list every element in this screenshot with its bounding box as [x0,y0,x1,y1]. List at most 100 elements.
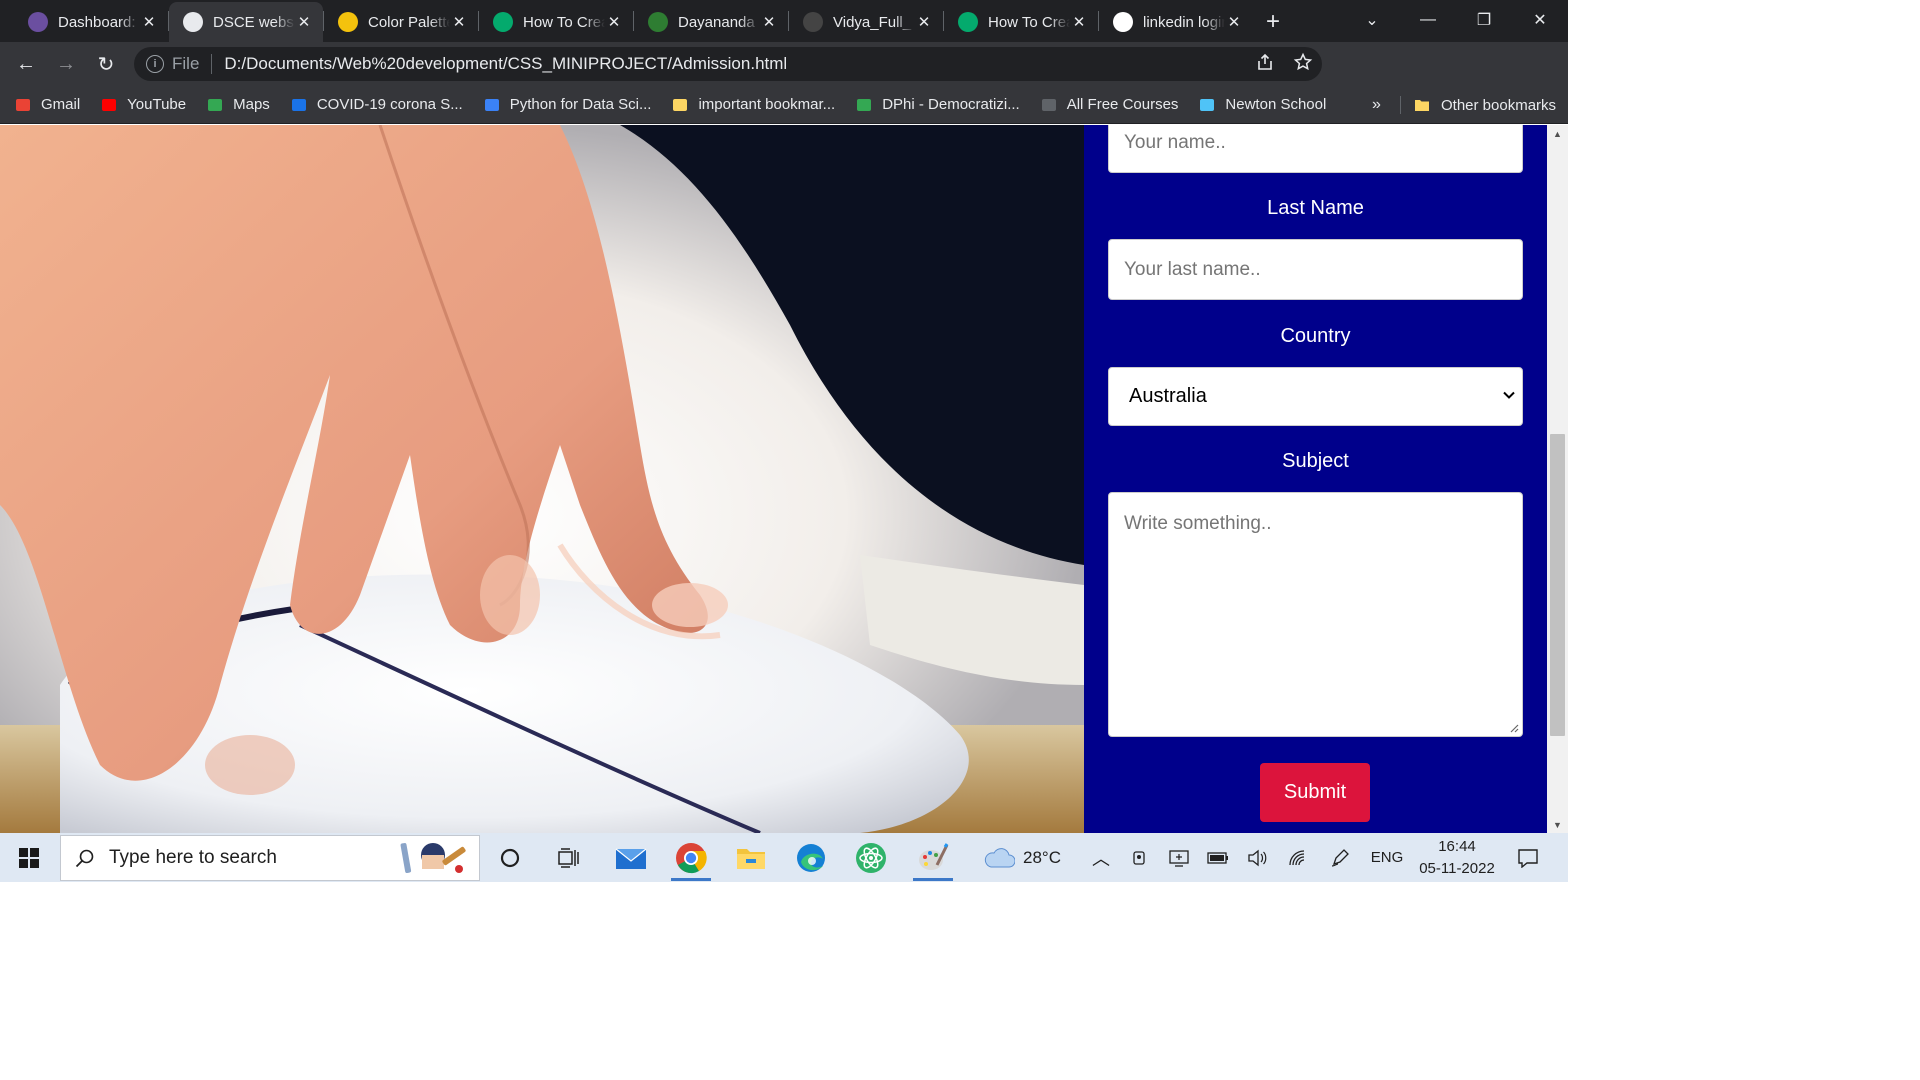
bookmark-item[interactable]: DPhi - Democratizi... [855,96,1020,113]
subject-textarea[interactable]: Write something.. [1108,492,1523,737]
bookmark-item[interactable]: Newton School [1198,96,1326,113]
paint-palette-icon [919,842,949,870]
wifi-icon[interactable] [1284,833,1312,882]
url-text[interactable]: D:/Documents/Web%20development/CSS_MINIP… [224,54,1246,74]
display-settings-icon[interactable] [1165,833,1193,882]
bookmark-star-icon[interactable] [1284,52,1322,77]
hero-image-hand-on-mouse [0,125,1084,833]
tab-close-icon[interactable]: ✕ [295,13,313,31]
close-window-button[interactable]: ✕ [1512,0,1568,40]
restore-button[interactable]: ❐ [1456,0,1512,40]
browser-tab[interactable]: Color Palette ✕ [324,2,478,42]
browser-tab[interactable]: How To Create✕ [944,2,1098,42]
file-explorer-button[interactable] [721,833,781,882]
paint-app-button[interactable] [903,833,963,882]
resize-handle-icon[interactable] [1509,723,1519,733]
browser-toolbar: ← → ↻ i File D:/Documents/Web%20developm… [0,42,1568,119]
scroll-up-arrow-icon[interactable]: ▲ [1547,125,1568,142]
bookmark-label: YouTube [127,96,187,113]
bookmark-item[interactable]: important bookmar... [671,96,835,113]
taskbar-clock[interactable]: 16:44 05-11-2022 [1412,836,1502,880]
browser-tab[interactable]: DSCE website✕ [169,2,323,42]
weather-widget[interactable]: 28°C [980,833,1064,882]
atom-app-button[interactable] [841,833,901,882]
country-select[interactable]: Australia [1108,367,1523,426]
reload-button[interactable]: ↻ [86,44,126,84]
tab-close-icon[interactable]: ✕ [1070,13,1088,31]
tab-close-icon[interactable]: ✕ [760,13,778,31]
maps-icon [206,97,224,113]
more-bookmarks-button[interactable]: » [1372,86,1381,124]
subject-placeholder: Write something.. [1124,513,1272,534]
browser-tab[interactable]: Dashboard: ✕ [14,2,168,42]
bookmark-item[interactable]: COVID-19 corona S... [290,96,463,113]
bookmark-label: Maps [233,96,270,113]
taskbar-search-box[interactable]: Type here to search [60,835,480,881]
browser-tab[interactable]: How To Create✕ [479,2,633,42]
tab-title: How To Create [988,13,1070,31]
reload-icon: ↻ [97,53,115,76]
back-button[interactable]: ← [6,44,46,84]
tab-close-icon[interactable]: ✕ [1225,13,1243,31]
tab-close-icon[interactable]: ✕ [140,13,158,31]
browser-tab[interactable]: Vidya_Full_ ✕ [789,2,943,42]
bookmark-item[interactable]: YouTube [100,96,186,113]
show-hidden-icons-button[interactable]: ︿ [1087,833,1115,882]
youtube-icon [100,97,118,113]
tab-close-icon[interactable]: ✕ [605,13,623,31]
folder-icon [1414,97,1432,113]
admission-form-panel: Last Name Country Australia Subject Writ… [1084,125,1547,833]
scroll-thumb[interactable] [1550,434,1565,736]
task-view-button[interactable] [538,833,598,882]
tab-close-icon[interactable]: ✕ [450,13,468,31]
forward-button[interactable]: → [46,44,86,84]
notification-icon [1518,848,1538,868]
minimize-button[interactable]: — [1400,0,1456,40]
dashboard-favicon [28,12,48,32]
chevron-down-icon: ⌄ [1365,12,1379,29]
mail-app-button[interactable] [601,833,661,882]
page-scrollbar[interactable]: ▲ ▼ [1547,125,1568,833]
courses-icon [1040,97,1058,113]
tab-title: Dashboard: [58,13,136,31]
folder-icon [737,848,765,869]
last-name-input[interactable] [1108,239,1523,300]
tab-title: linkedin login [1143,13,1225,31]
tab-search-button[interactable]: ⌄ [1344,0,1400,40]
dphi-icon [855,97,873,113]
bookmark-item[interactable]: All Free Courses [1040,96,1178,113]
other-bookmarks[interactable]: Other bookmarks [1414,86,1556,124]
chrome-app-button[interactable] [661,833,721,882]
tab-close-icon[interactable]: ✕ [915,13,933,31]
pen-workspace-icon[interactable] [1326,833,1354,882]
restore-icon: ❐ [1476,12,1492,29]
action-center-button[interactable] [1510,833,1546,882]
volume-icon[interactable] [1243,833,1271,882]
double-chevron-icon: » [1372,96,1381,113]
input-language-indicator[interactable]: ENG [1366,833,1408,882]
weather-temperature: 28°C [1023,847,1061,867]
submit-button[interactable]: Submit [1260,763,1370,822]
close-icon: ✕ [1533,12,1547,29]
browser-tab[interactable]: linkedin login ✕ [1099,2,1253,42]
newton-icon [1198,97,1216,113]
site-info-icon[interactable]: i [146,55,164,73]
first-name-input[interactable] [1108,125,1523,173]
share-icon[interactable] [1246,52,1284,77]
new-tab-button[interactable]: + [1253,2,1293,42]
python-icon [483,97,501,113]
address-divider [211,54,213,74]
scroll-down-arrow-icon[interactable]: ▼ [1547,816,1568,833]
start-button[interactable] [0,833,58,882]
bookmark-item[interactable]: Python for Data Sci... [483,96,651,113]
back-arrow-icon: ← [16,52,36,75]
edge-app-button[interactable] [781,833,841,882]
bookmark-item[interactable]: Gmail [14,96,80,113]
cortana-button[interactable] [480,833,540,882]
address-bar[interactable]: i File D:/Documents/Web%20development/CS… [134,47,1322,81]
browser-tab[interactable]: Dayananda ✕ [634,2,788,42]
battery-icon[interactable] [1204,833,1232,882]
meet-now-icon[interactable] [1126,833,1154,882]
last-name-label: Last Name [1267,197,1364,219]
bookmark-item[interactable]: Maps [206,96,270,113]
